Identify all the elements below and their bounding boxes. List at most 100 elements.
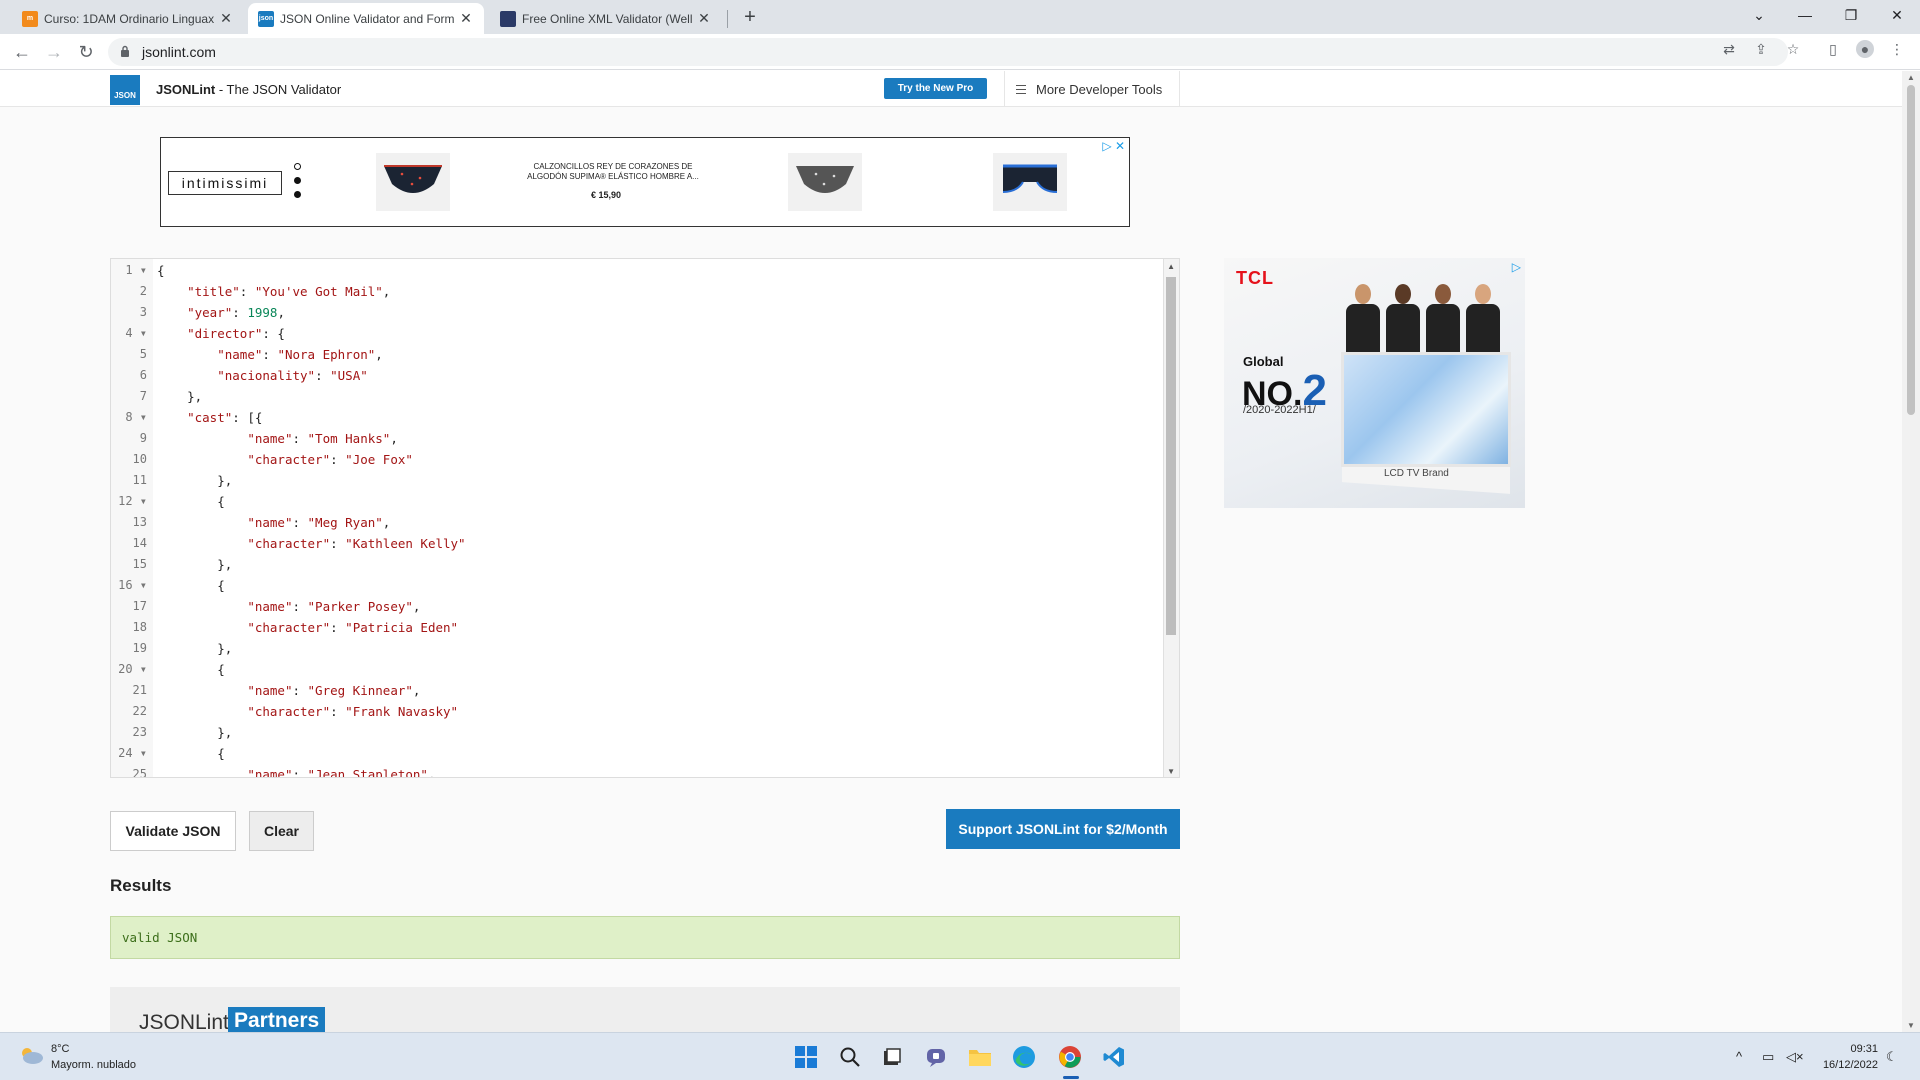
volume-muted-icon[interactable]: ◁×: [1786, 1049, 1804, 1065]
validate-json-button[interactable]: Validate JSON: [110, 811, 236, 851]
code-line[interactable]: "character": "Kathleen Kelly": [157, 536, 465, 551]
scroll-down-icon[interactable]: ▼: [1167, 767, 1175, 776]
code-line[interactable]: "name": "Meg Ryan",: [157, 515, 390, 530]
code-line[interactable]: "name": "Parker Posey",: [157, 599, 420, 614]
code-line[interactable]: "character": "Frank Navasky": [157, 704, 458, 719]
code-line[interactable]: },: [157, 725, 232, 740]
scroll-up-icon[interactable]: ▲: [1907, 73, 1915, 82]
ad-banner[interactable]: intimissimi CALZONCILLOS REY DE CORAZONE…: [160, 137, 1130, 227]
chrome-browser-icon[interactable]: [1056, 1043, 1084, 1071]
restore-button[interactable]: ❐: [1828, 0, 1874, 30]
support-jsonlint-button[interactable]: Support JSONLint for $2/Month: [946, 809, 1180, 849]
page-scroll-thumb[interactable]: [1907, 85, 1915, 415]
line-number: 8 ▾: [125, 410, 147, 424]
code-line[interactable]: "character": "Joe Fox": [157, 452, 413, 467]
scroll-up-icon[interactable]: ▲: [1167, 262, 1175, 271]
ad-years: /2020-2022H1/: [1243, 404, 1316, 416]
reload-icon[interactable]: ↻: [74, 40, 98, 64]
tab-search-icon[interactable]: ⌄: [1736, 0, 1782, 30]
code-line[interactable]: "cast": [{: [157, 410, 262, 425]
show-hidden-icons[interactable]: ^: [1736, 1049, 1742, 1064]
code-area[interactable]: { "title": "You've Got Mail", "year": 19…: [157, 259, 1157, 777]
product-image[interactable]: [993, 153, 1067, 211]
carousel-dot[interactable]: [294, 177, 301, 184]
adchoices-icon[interactable]: ▷: [1512, 260, 1521, 274]
line-number: 6: [139, 368, 147, 382]
line-number: 20 ▾: [118, 662, 147, 676]
code-line[interactable]: "year": 1998,: [157, 305, 285, 320]
forward-icon[interactable]: →: [42, 40, 66, 64]
side-panel-icon[interactable]: ▯: [1824, 40, 1842, 58]
tab-curso[interactable]: m Curso: 1DAM Ordinario Linguaxes ✕: [12, 3, 244, 34]
product-image[interactable]: [376, 153, 450, 211]
code-line[interactable]: },: [157, 473, 232, 488]
code-line[interactable]: "name": "Tom Hanks",: [157, 431, 398, 446]
close-window-button[interactable]: ✕: [1874, 0, 1920, 30]
jsonlint-logo[interactable]: JSON: [110, 75, 140, 105]
code-line[interactable]: {: [157, 662, 225, 677]
code-line[interactable]: "name": "Greg Kinnear",: [157, 683, 420, 698]
editor-scrollbar[interactable]: ▲ ▼: [1163, 259, 1179, 777]
code-line[interactable]: "director": {: [157, 326, 285, 341]
more-developer-tools-menu[interactable]: More Developer Tools: [1016, 82, 1162, 97]
site-brand: JSONLint - The JSON Validator: [156, 82, 341, 97]
code-line[interactable]: },: [157, 389, 202, 404]
code-line[interactable]: "name": "Jean Stapleton",: [157, 767, 435, 777]
close-tab-icon[interactable]: ✕: [218, 10, 234, 27]
scroll-down-icon[interactable]: ▼: [1907, 1021, 1915, 1030]
ad-product-text[interactable]: CALZONCILLOS REY DE CORAZONES DE ALGODÓN…: [518, 162, 708, 182]
weather-temperature[interactable]: 8°C: [51, 1043, 69, 1055]
close-tab-icon[interactable]: ✕: [696, 10, 712, 27]
address-bar[interactable]: jsonlint.com: [108, 38, 1788, 66]
close-tab-icon[interactable]: ✕: [458, 10, 474, 27]
code-line[interactable]: "title": "You've Got Mail",: [157, 284, 390, 299]
back-icon[interactable]: ←: [10, 40, 34, 64]
page-scrollbar[interactable]: ▲ ▼: [1902, 71, 1920, 1032]
code-line[interactable]: "name": "Nora Ephron",: [157, 347, 383, 362]
new-tab-button[interactable]: +: [738, 6, 762, 30]
vscode-icon[interactable]: [1100, 1043, 1128, 1071]
share-icon[interactable]: ⇪: [1752, 40, 1770, 58]
adchoices-icon[interactable]: ▷ ✕: [1102, 139, 1125, 153]
translate-icon[interactable]: ⇄: [1720, 40, 1738, 58]
code-line[interactable]: {: [157, 263, 165, 278]
file-explorer-icon[interactable]: [966, 1043, 994, 1071]
clock-time[interactable]: 09:31: [1834, 1043, 1878, 1055]
ad-tv-brand: LCD TV Brand: [1384, 468, 1449, 479]
cloudy-weather-icon[interactable]: [18, 1045, 44, 1065]
bookmark-star-icon[interactable]: ☆: [1784, 40, 1802, 58]
side-ad[interactable]: TCL ▷ Global NO.2 /2020-2022H1/ LCD TV B…: [1224, 258, 1525, 508]
edge-browser-icon[interactable]: [1010, 1043, 1038, 1071]
code-line[interactable]: "nacionality": "USA": [157, 368, 368, 383]
network-icon[interactable]: ▭: [1762, 1049, 1774, 1065]
windows-start-icon[interactable]: [792, 1043, 820, 1071]
code-line[interactable]: {: [157, 746, 225, 761]
carousel-dot[interactable]: [294, 191, 301, 198]
minimize-button[interactable]: —: [1782, 0, 1828, 30]
carousel-dot[interactable]: [294, 163, 301, 170]
active-app-indicator: [1063, 1076, 1079, 1079]
profile-avatar-icon[interactable]: ●: [1856, 40, 1874, 58]
product-image[interactable]: [788, 153, 862, 211]
code-line[interactable]: },: [157, 641, 232, 656]
try-new-pro-button[interactable]: Try the New Pro: [884, 78, 987, 99]
clock-date[interactable]: 16/12/2022: [1816, 1059, 1878, 1071]
code-line[interactable]: },: [157, 557, 232, 572]
task-view-icon[interactable]: [878, 1043, 906, 1071]
teams-chat-icon[interactable]: [922, 1043, 950, 1071]
weather-description[interactable]: Mayorm. nublado: [51, 1059, 136, 1071]
code-line[interactable]: {: [157, 494, 225, 509]
code-line[interactable]: {: [157, 578, 225, 593]
ad-price: € 15,90: [591, 190, 622, 200]
carousel-dots[interactable]: [294, 163, 304, 207]
notifications-icon[interactable]: ☾: [1886, 1049, 1898, 1065]
json-editor[interactable]: 1 ▾ 2 3 4 ▾ 5 6 7 8 ▾ 9 10 11 12 ▾ 13 14 15 …: [110, 258, 1180, 778]
editor-scroll-thumb[interactable]: [1166, 277, 1176, 635]
code-line[interactable]: "character": "Patricia Eden": [157, 620, 458, 635]
clear-button[interactable]: Clear: [249, 811, 314, 851]
more-tools-label: More Developer Tools: [1036, 82, 1163, 97]
tab-jsonlint[interactable]: json JSON Online Validator and Format ✕: [248, 3, 484, 34]
tab-xml-validator[interactable]: Free Online XML Validator (Well f ✕: [490, 3, 722, 34]
search-icon[interactable]: [836, 1043, 864, 1071]
menu-kebab-icon[interactable]: ⋮: [1888, 40, 1906, 58]
